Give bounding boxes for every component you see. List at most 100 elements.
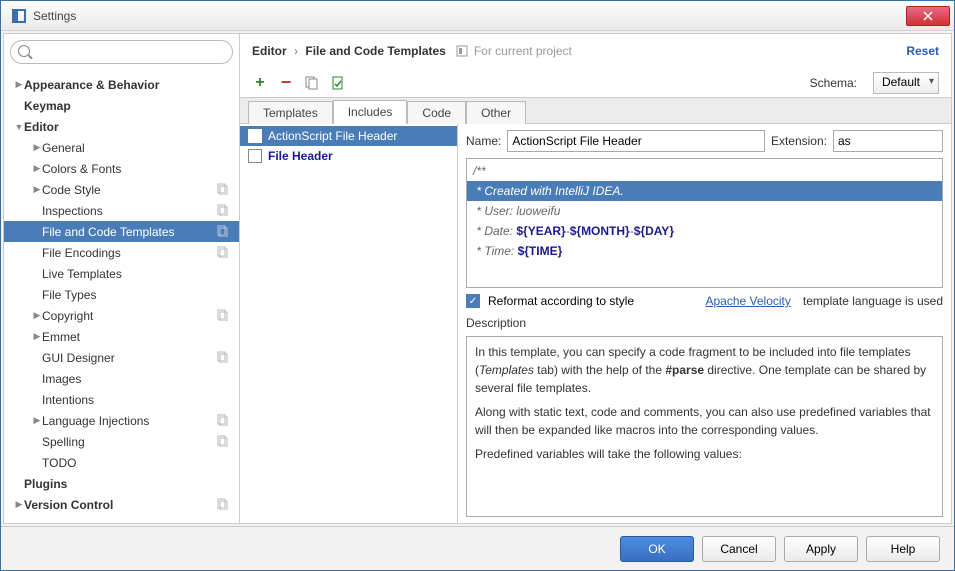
sidebar: ▶Appearance & BehaviorKeymap▼Editor▶Gene… (4, 34, 240, 523)
tab-other[interactable]: Other (466, 101, 526, 124)
settings-tree[interactable]: ▶Appearance & BehaviorKeymap▼Editor▶Gene… (4, 70, 239, 523)
sidebar-item-label: Copyright (42, 309, 217, 323)
sidebar-item-file-encodings[interactable]: File Encodings (4, 242, 239, 263)
reformat-checkbox[interactable]: ✓ (466, 294, 480, 308)
project-icon (217, 309, 231, 323)
sidebar-item-editor[interactable]: ▼Editor (4, 116, 239, 137)
sidebar-item-copyright[interactable]: ▶Copyright (4, 305, 239, 326)
main: Editor › File and Code Templates For cur… (240, 34, 951, 523)
reset-link[interactable]: Reset (906, 44, 939, 58)
sidebar-item-label: Code Style (42, 183, 217, 197)
code-line: * Time: ${TIME} (467, 241, 942, 261)
sidebar-item-label: Inspections (42, 204, 217, 218)
description-label: Description (466, 316, 943, 330)
sidebar-item-label: Keymap (24, 99, 231, 113)
name-input[interactable] (507, 130, 765, 152)
list-item-label: ActionScript File Header (268, 129, 449, 143)
project-icon (217, 183, 231, 197)
project-icon (217, 204, 231, 218)
extension-input[interactable] (833, 130, 943, 152)
sidebar-item-language-injections[interactable]: ▶Language Injections (4, 410, 239, 431)
titlebar: Settings (1, 1, 954, 31)
template-editor[interactable]: /** * Created with IntelliJ IDEA. * User… (466, 158, 943, 288)
project-icon (217, 498, 231, 512)
body: ▶Appearance & BehaviorKeymap▼Editor▶Gene… (3, 33, 952, 524)
detail-pane: Name: Extension: /** * Created with Inte… (458, 124, 951, 523)
project-icon (217, 435, 231, 449)
search-icon (18, 45, 30, 57)
sidebar-item-general[interactable]: ▶General (4, 137, 239, 158)
copy-icon (305, 76, 319, 90)
description-box[interactable]: In this template, you can specify a code… (466, 336, 943, 517)
list-item-label: File Header (268, 149, 449, 163)
sidebar-item-intentions[interactable]: Intentions (4, 389, 239, 410)
sidebar-item-label: General (42, 141, 231, 155)
chevron-icon: ▶ (32, 415, 42, 426)
sidebar-item-todo[interactable]: TODO (4, 452, 239, 473)
close-icon (923, 11, 933, 21)
project-scope-icon (456, 45, 468, 57)
project-icon (217, 351, 231, 365)
sidebar-item-plugins[interactable]: Plugins (4, 473, 239, 494)
reformat-label: Reformat according to style (488, 294, 634, 308)
content: ActionScript File Header File Header Name… (240, 124, 951, 523)
breadcrumb-path: Editor › File and Code Templates (252, 44, 446, 58)
breadcrumb: Editor › File and Code Templates For cur… (240, 34, 951, 68)
sidebar-item-label: TODO (42, 456, 231, 470)
sidebar-item-keymap[interactable]: Keymap (4, 95, 239, 116)
remove-button[interactable]: − (278, 75, 294, 91)
sidebar-item-label: Colors & Fonts (42, 162, 231, 176)
project-icon (217, 414, 231, 428)
ok-button[interactable]: OK (620, 536, 694, 562)
help-button[interactable]: Help (866, 536, 940, 562)
sidebar-item-label: Intentions (42, 393, 231, 407)
sidebar-item-file-and-code-templates[interactable]: File and Code Templates (4, 221, 239, 242)
add-button[interactable]: + (252, 75, 268, 91)
name-row: Name: Extension: (466, 130, 943, 152)
search-input[interactable] (10, 40, 233, 64)
sidebar-item-appearance-behavior[interactable]: ▶Appearance & Behavior (4, 74, 239, 95)
tabs: TemplatesIncludesCodeOther (240, 98, 951, 124)
sidebar-item-label: File Encodings (42, 246, 217, 260)
description-text: Along with static text, code and comment… (475, 403, 934, 439)
tab-templates[interactable]: Templates (248, 101, 333, 124)
tab-code[interactable]: Code (407, 101, 466, 124)
chevron-icon: ▶ (14, 499, 24, 510)
sidebar-item-version-control[interactable]: ▶Version Control (4, 494, 239, 515)
velocity-tail: template language is used (803, 294, 943, 308)
file-icon (248, 149, 262, 163)
list-item[interactable]: ActionScript File Header (240, 126, 457, 146)
refresh-button[interactable] (330, 75, 346, 91)
description-text: Predefined variables will take the follo… (475, 445, 934, 463)
sidebar-item-label: Appearance & Behavior (24, 78, 231, 92)
apply-button[interactable]: Apply (784, 536, 858, 562)
sidebar-item-colors-fonts[interactable]: ▶Colors & Fonts (4, 158, 239, 179)
toolbar: + − Schema: Default (240, 68, 951, 98)
breadcrumb-root: Editor (252, 44, 287, 58)
sidebar-item-gui-designer[interactable]: GUI Designer (4, 347, 239, 368)
sidebar-item-label: File Types (42, 288, 231, 302)
sidebar-item-inspections[interactable]: Inspections (4, 200, 239, 221)
sidebar-item-live-templates[interactable]: Live Templates (4, 263, 239, 284)
sidebar-item-images[interactable]: Images (4, 368, 239, 389)
tab-includes[interactable]: Includes (333, 100, 408, 124)
chevron-icon: ▶ (32, 184, 42, 195)
sidebar-item-code-style[interactable]: ▶Code Style (4, 179, 239, 200)
sidebar-item-label: Live Templates (42, 267, 231, 281)
copy-button[interactable] (304, 75, 320, 91)
sidebar-item-file-types[interactable]: File Types (4, 284, 239, 305)
sidebar-item-emmet[interactable]: ▶Emmet (4, 326, 239, 347)
window-title: Settings (33, 9, 906, 23)
cancel-button[interactable]: Cancel (702, 536, 776, 562)
velocity-link[interactable]: Apache Velocity (706, 294, 791, 308)
sidebar-item-label: Spelling (42, 435, 217, 449)
schema-select[interactable]: Default (873, 72, 939, 94)
template-list[interactable]: ActionScript File Header File Header (240, 124, 458, 523)
code-line: * Created with IntelliJ IDEA. (467, 181, 942, 201)
sidebar-item-spelling[interactable]: Spelling (4, 431, 239, 452)
settings-window: Settings ▶Appearance & BehaviorKeymap▼Ed… (0, 0, 955, 571)
options-row: ✓ Reformat according to style Apache Vel… (466, 294, 943, 308)
schema-value: Default (882, 75, 920, 89)
list-item[interactable]: File Header (240, 146, 457, 166)
close-button[interactable] (906, 6, 950, 26)
